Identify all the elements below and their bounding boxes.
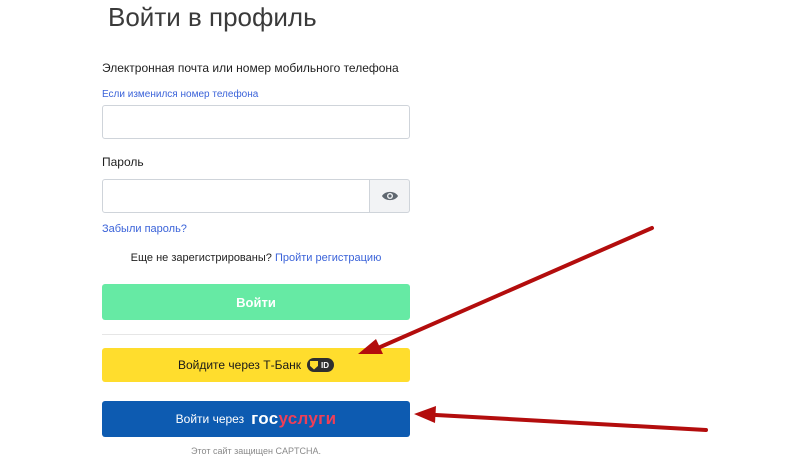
annotation-arrow-tbank-head — [358, 339, 383, 354]
annotation-arrows — [358, 226, 708, 432]
annotation-arrow-gosuslugi-head — [414, 406, 436, 423]
annotation-arrow-gosuslugi-shaft — [434, 413, 708, 432]
annotation-arrow-tbank-shaft — [376, 226, 654, 350]
